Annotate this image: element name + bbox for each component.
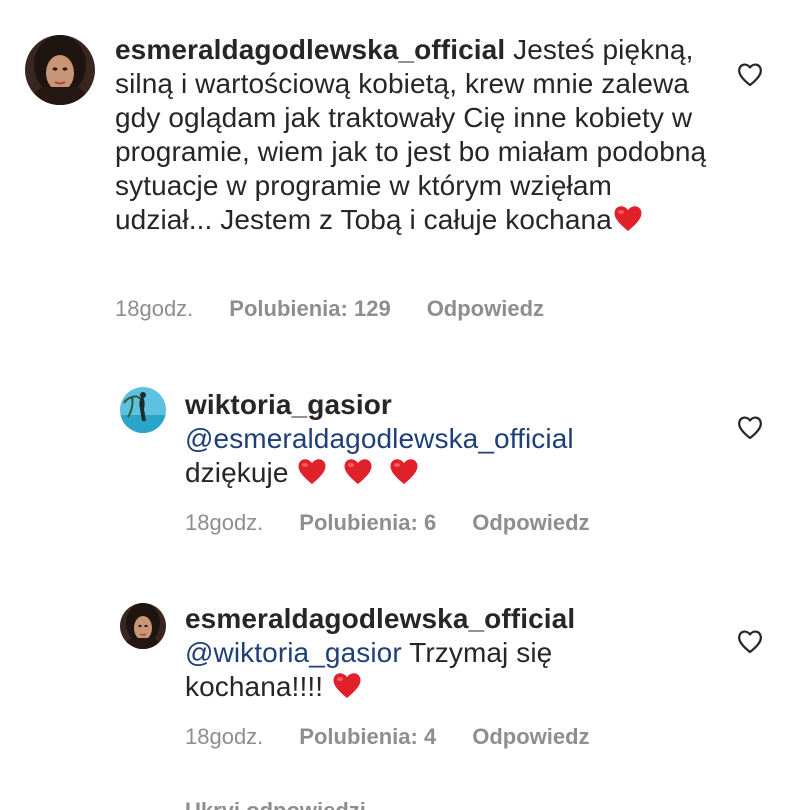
like-heart-icon[interactable] xyxy=(736,628,764,654)
red-heart-icon xyxy=(612,203,644,233)
comment-username[interactable]: esmeraldagodlewska_official xyxy=(185,602,705,636)
red-heart-icon xyxy=(342,456,374,486)
red-heart-icon xyxy=(331,670,363,700)
comment-meta: 18godz. Polubienia: 129 Odpowiedz xyxy=(115,296,544,322)
comment-meta: 18godz. Polubienia: 6 Odpowiedz xyxy=(185,510,590,536)
comment-body: dziękuje xyxy=(185,457,289,488)
red-heart-icon xyxy=(388,456,420,486)
comment-time: 18godz. xyxy=(185,510,264,535)
comment-username[interactable]: esmeraldagodlewska_official xyxy=(115,34,505,65)
comment-time: 18godz. xyxy=(115,296,194,321)
like-heart-icon[interactable] xyxy=(736,61,764,87)
comment-mention[interactable]: @wiktoria_gasior xyxy=(185,637,402,668)
reply-button[interactable]: Odpowiedz xyxy=(472,724,589,750)
avatar[interactable] xyxy=(25,35,95,105)
comment-text: wiktoria_gasior @esmeraldagodlewska_offi… xyxy=(185,388,705,490)
comment-body: Trzymaj się xyxy=(401,637,553,668)
comment-text: esmeraldagodlewska_official Jesteś piękn… xyxy=(115,33,715,237)
reply-button[interactable]: Odpowiedz xyxy=(427,296,544,322)
comment-time: 18godz. xyxy=(185,724,264,749)
red-heart-icon xyxy=(296,456,328,486)
avatar[interactable] xyxy=(120,603,166,649)
comment-body-line2: kochana!!!! xyxy=(185,671,324,702)
likes-count[interactable]: Polubienia: 6 xyxy=(299,510,436,536)
comment-text: esmeraldagodlewska_official @wiktoria_ga… xyxy=(185,602,705,704)
like-heart-icon[interactable] xyxy=(736,414,764,440)
likes-count[interactable]: Polubienia: 4 xyxy=(299,724,436,750)
likes-count[interactable]: Polubienia: 129 xyxy=(229,296,390,322)
avatar[interactable] xyxy=(120,387,166,433)
comment-meta: 18godz. Polubienia: 4 Odpowiedz xyxy=(185,724,590,750)
comment-mention[interactable]: @esmeraldagodlewska_official xyxy=(185,422,705,456)
hide-replies-button[interactable]: Ukryj odpowiedzi xyxy=(185,796,366,810)
comment-username[interactable]: wiktoria_gasior xyxy=(185,388,705,422)
reply-button[interactable]: Odpowiedz xyxy=(472,510,589,536)
